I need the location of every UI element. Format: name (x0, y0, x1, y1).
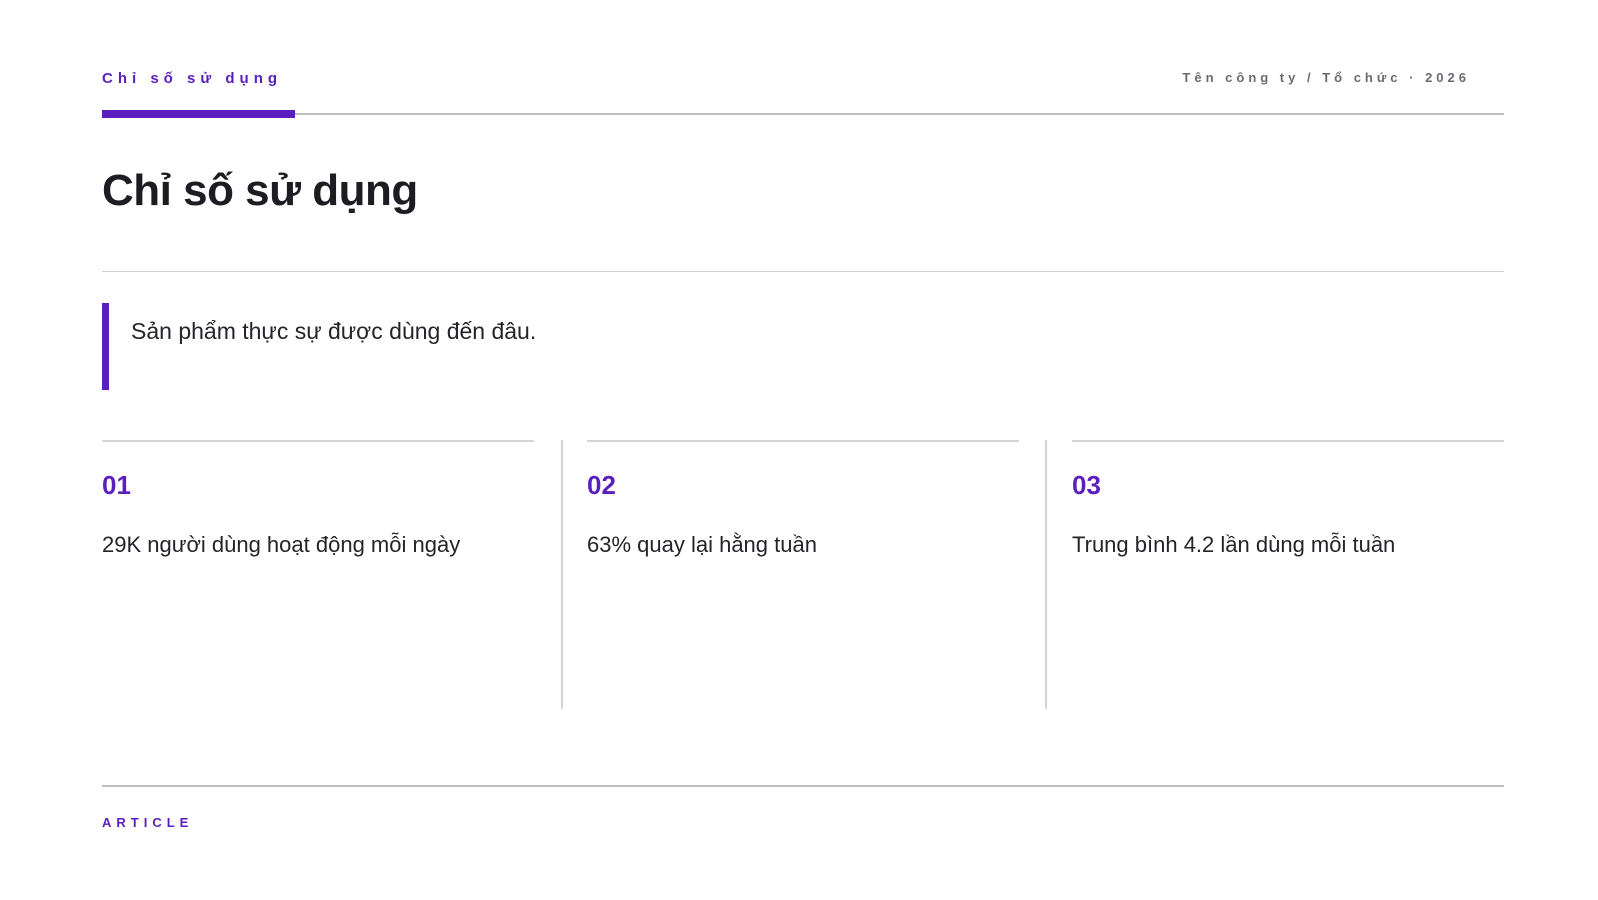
subtitle: Sản phẩm thực sự được dùng đến đâu. (131, 318, 537, 344)
card-divider (1045, 440, 1047, 709)
page-title: Chỉ số sử dụng (102, 166, 418, 215)
section-label: Chỉ số sử dụng (102, 70, 283, 87)
metric-card-3: 03 Trung bình 4.2 lần dùng mỗi tuần (1072, 440, 1504, 709)
card-divider (561, 440, 563, 709)
metric-card-2: 02 63% quay lại hằng tuần (587, 440, 1019, 709)
card-text: Trung bình 4.2 lần dùng mỗi tuần (1072, 532, 1396, 557)
header-accent-bar (102, 110, 295, 118)
card-text: 29K người dùng hoạt động mỗi ngày (102, 532, 461, 557)
card-top-rule (102, 440, 534, 442)
card-top-rule (1072, 440, 1504, 442)
card-number: 02 (587, 470, 616, 500)
card-top-rule (587, 440, 1019, 442)
card-number: 01 (102, 470, 131, 500)
quote-accent-bar (102, 303, 109, 390)
card-number: 03 (1072, 470, 1101, 500)
metric-card-1: 01 29K người dùng hoạt động mỗi ngày (102, 440, 534, 709)
footer-label: ARTICLE (102, 815, 194, 830)
card-text: 63% quay lại hằng tuần (587, 532, 817, 557)
organization-label: Tên công ty / Tổ chức · 2026 (1182, 70, 1470, 85)
header-divider (102, 113, 1504, 115)
footer-divider (102, 785, 1504, 787)
title-divider (102, 271, 1504, 272)
